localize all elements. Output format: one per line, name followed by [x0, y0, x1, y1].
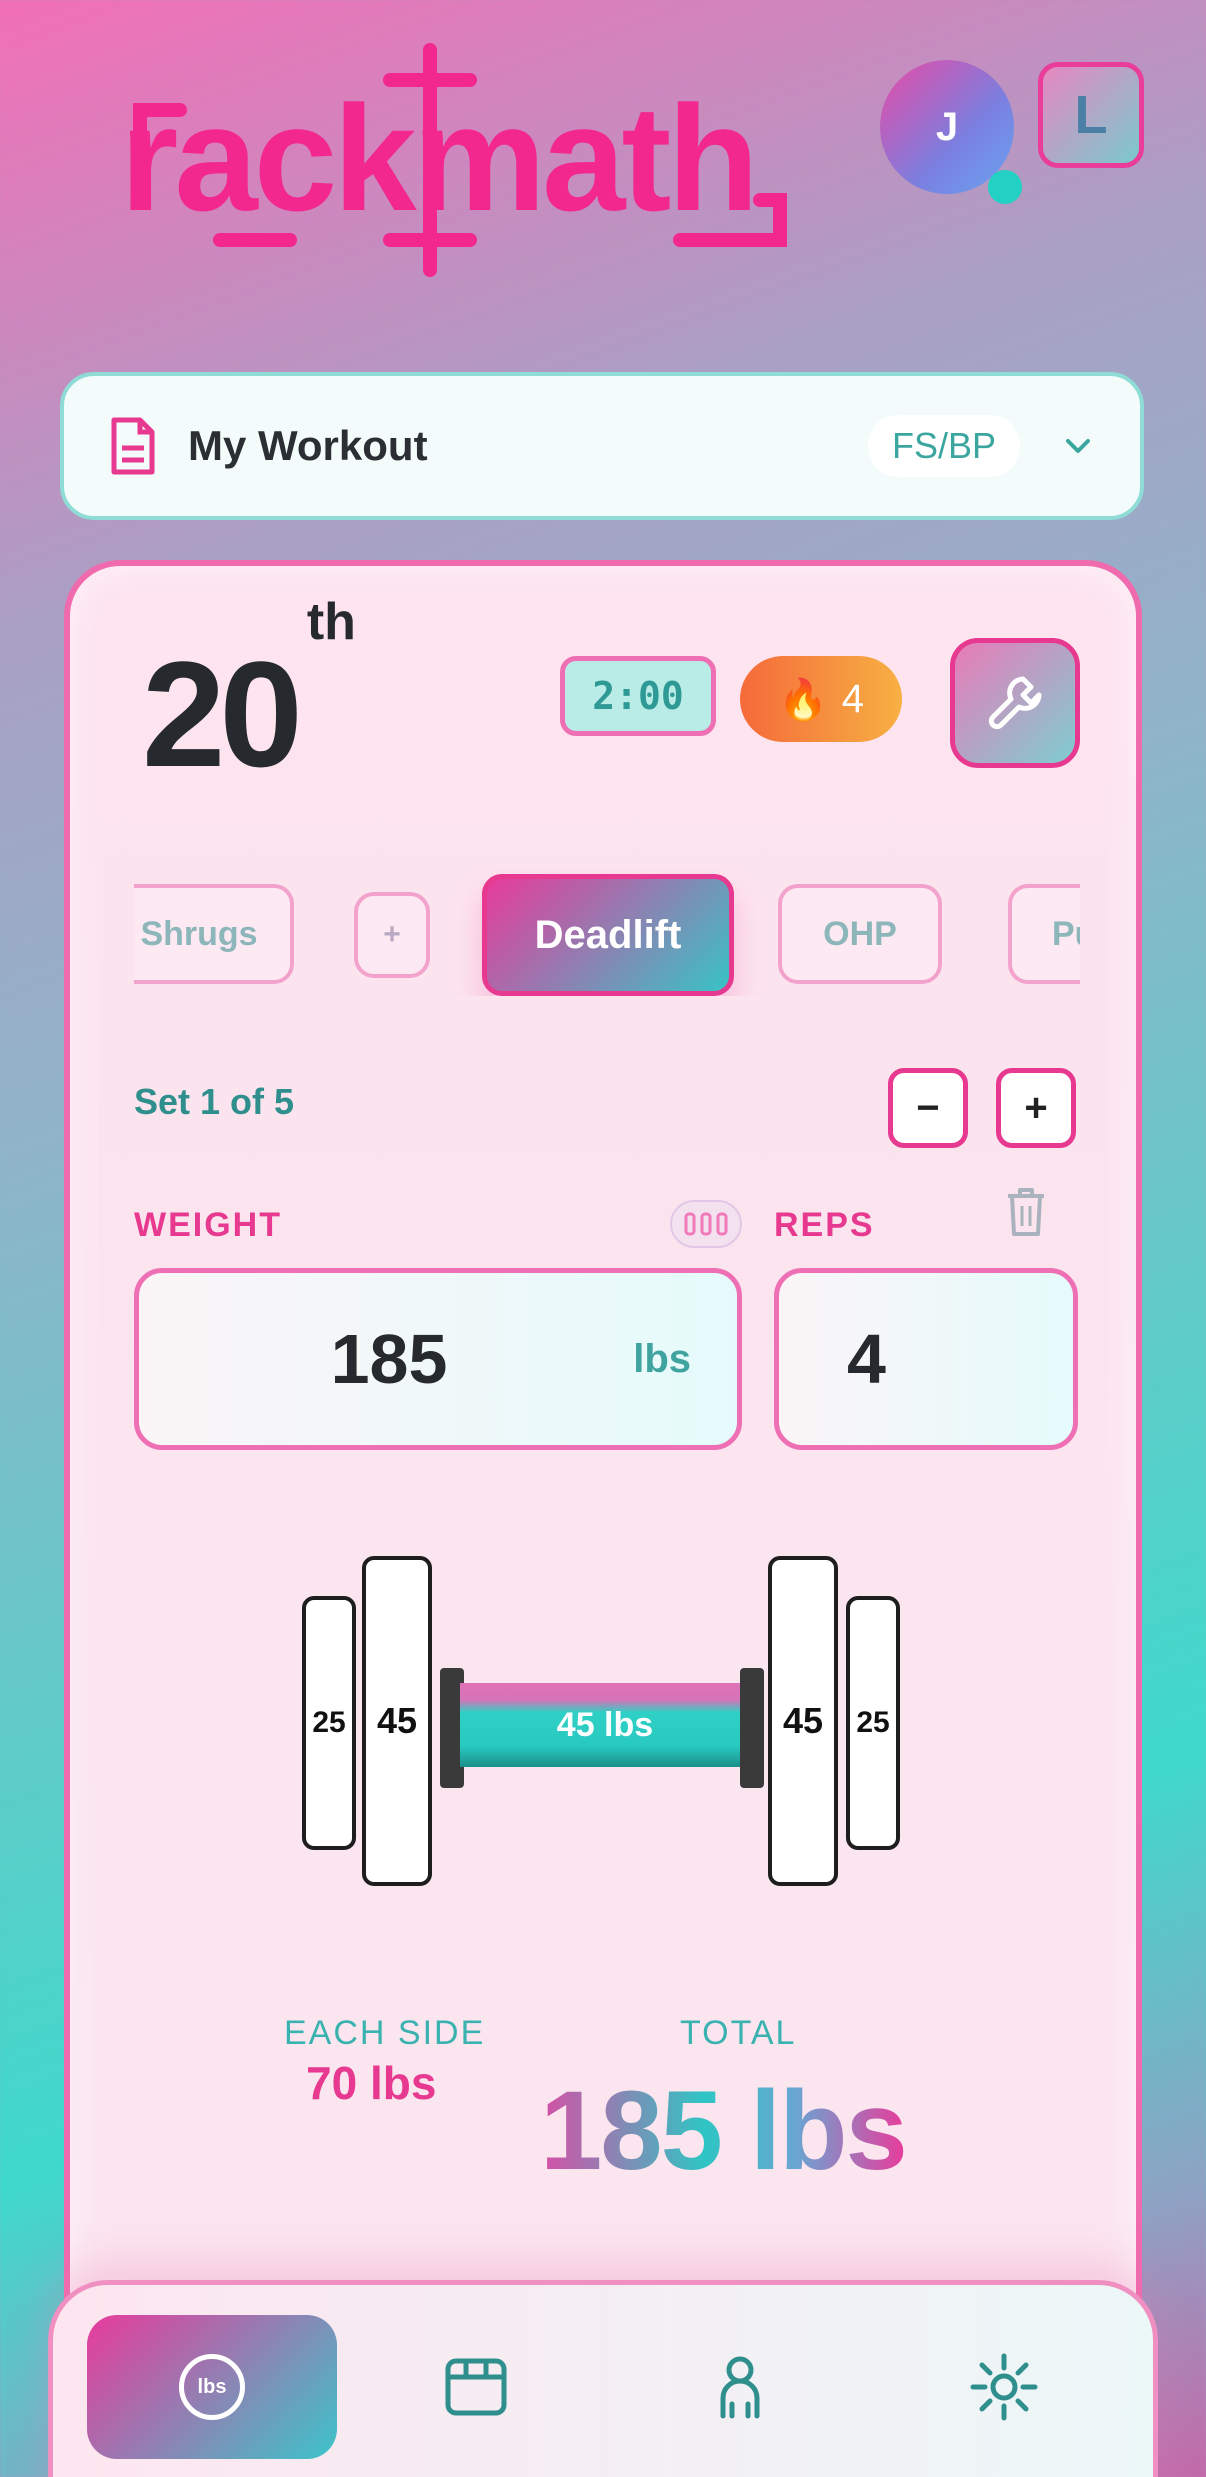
total-label: TOTAL	[680, 2014, 797, 2052]
exercise-chips: Shrugs + Deadlift OHP Pu	[134, 866, 1080, 996]
person-icon	[720, 2356, 760, 2419]
weight-unit: lbs	[633, 1336, 691, 1381]
reps-label: REPS	[774, 1206, 875, 1244]
nav-calendar[interactable]	[351, 2315, 601, 2459]
lang-button[interactable]: L	[1038, 62, 1144, 168]
plates-icon	[684, 1212, 728, 1236]
set-counter: Set 1 of 5	[134, 1081, 295, 1122]
workout-card: 20th 2:00 🔥 4 Shrugs + Deadlift OHP Pu S…	[64, 560, 1142, 2477]
weight-input[interactable]: 185 lbs	[134, 1268, 742, 1450]
reps-value: 4	[847, 1320, 886, 1398]
wrench-icon	[988, 676, 1042, 730]
each-side-value: 70 lbs	[306, 2057, 437, 2109]
day-number: 20th	[142, 593, 356, 798]
chevron-down-icon[interactable]	[1060, 428, 1096, 464]
bar: 45 lbs	[460, 1683, 750, 1767]
each-side-label: EACH SIDE	[284, 2014, 486, 2052]
workout-title: My Workout	[188, 422, 428, 469]
plate-right-inner: 45	[768, 1556, 838, 1886]
reps-input[interactable]: 4	[774, 1268, 1078, 1450]
chip-pullups[interactable]: Pu	[1008, 884, 1080, 984]
logo-text: rackmath	[120, 74, 755, 242]
plate-left-inner: 45	[362, 1556, 432, 1886]
workout-selector[interactable]: My Workout FS/BP	[60, 372, 1144, 520]
plate-right-outer: 25	[846, 1596, 900, 1850]
collar-right	[740, 1668, 764, 1788]
sun-icon	[970, 2353, 1038, 2421]
barbell-visual: 25 45 45 lbs 45 25	[70, 1556, 1136, 1896]
workout-badge: FS/BP	[867, 415, 1020, 477]
weight-label: WEIGHT	[134, 1206, 282, 1244]
bottom-nav: lbs	[48, 2280, 1158, 2477]
weight-value: 185	[330, 1320, 448, 1398]
plate-toggle[interactable]	[670, 1200, 742, 1248]
nav-settings[interactable]	[879, 2315, 1129, 2459]
chip-ohp[interactable]: OHP	[778, 884, 942, 984]
total-value: 185 lbs	[540, 2068, 908, 2193]
chip-shrugs[interactable]: Shrugs	[134, 884, 294, 984]
streak-badge: 🔥 4	[740, 656, 902, 742]
nav-calculator[interactable]: lbs	[87, 2315, 337, 2459]
chip-deadlift[interactable]: Deadlift	[482, 874, 734, 996]
rackmath-logo: rackmath	[120, 43, 787, 277]
trash-icon[interactable]	[1004, 1186, 1048, 1238]
add-exercise-button[interactable]: +	[354, 892, 430, 978]
streak-count: 4	[841, 676, 865, 721]
plate-left-outer: 25	[302, 1596, 356, 1850]
remove-set-button[interactable]: −	[888, 1068, 968, 1148]
online-status-dot	[988, 170, 1022, 204]
settings-wrench-button[interactable]	[950, 638, 1080, 768]
calendar-icon	[445, 2358, 507, 2416]
lbs-icon: lbs	[179, 2354, 245, 2420]
nav-profile[interactable]	[615, 2315, 865, 2459]
rest-timer[interactable]: 2:00	[560, 656, 716, 736]
add-set-button[interactable]: +	[996, 1068, 1076, 1148]
document-icon	[111, 417, 155, 475]
fire-icon: 🔥	[777, 677, 828, 722]
